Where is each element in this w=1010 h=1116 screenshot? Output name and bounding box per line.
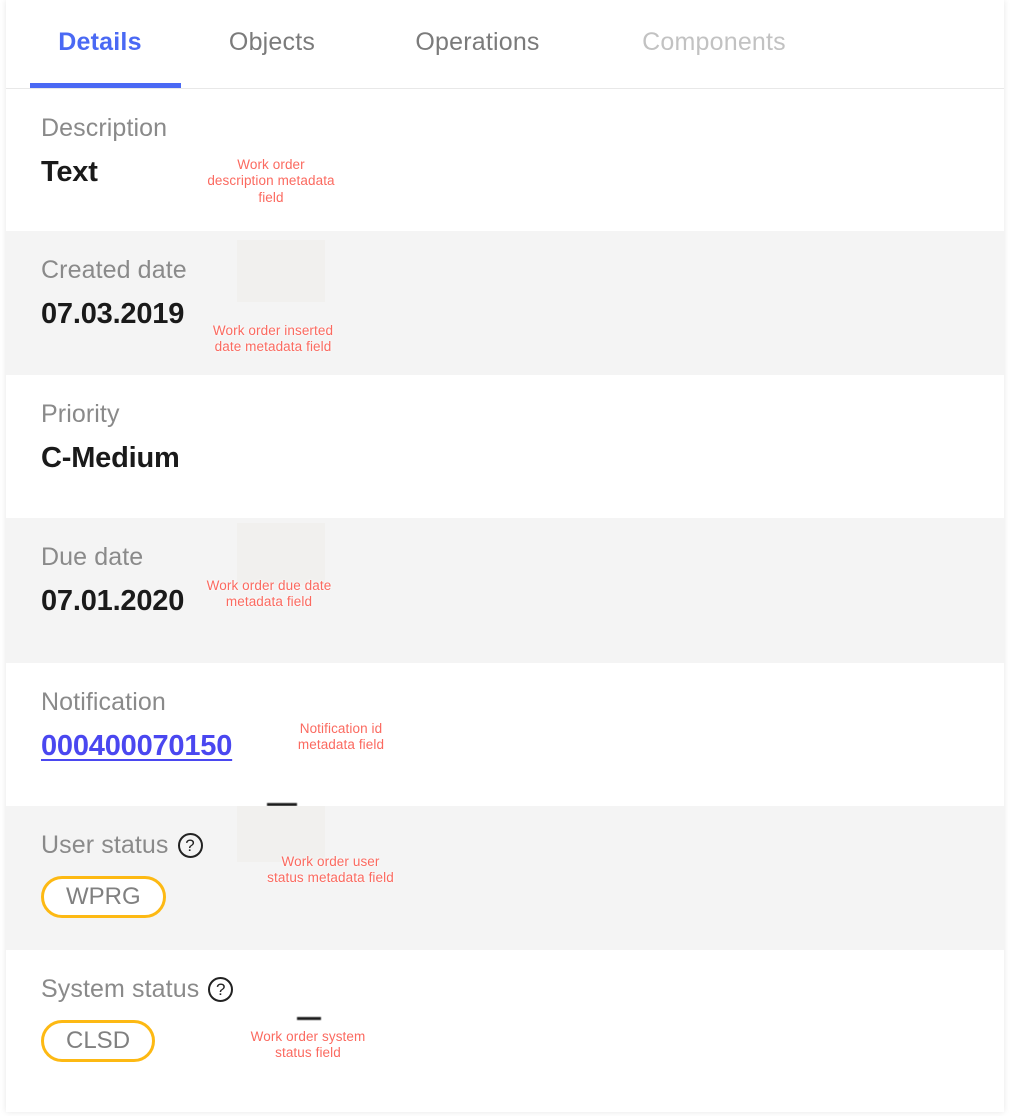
system-status-badge[interactable]: CLSD (41, 1020, 156, 1062)
user-status-badge[interactable]: WPRG (41, 876, 166, 918)
field-value-description: Text (41, 156, 98, 188)
image-artifact (297, 1017, 321, 1020)
notification-id-link[interactable]: 000400070150 (41, 730, 232, 763)
field-row-system-status: System status ? CLSD Work order system st… (6, 950, 1004, 1105)
field-label-user-status: User status ? (41, 830, 1004, 860)
tab-bar: Details Objects Operations Components (6, 0, 1004, 89)
field-row-description: Description Text Work order description m… (6, 89, 1004, 231)
field-row-created-date: Created date 07.03.2019 Work order inser… (6, 231, 1004, 375)
field-row-user-status: User status ? WPRG Work order user status… (6, 803, 1004, 950)
tab-objects[interactable]: Objects (182, 0, 362, 88)
field-label-due-date: Due date (41, 543, 144, 571)
tab-list: Details Objects Operations Components (6, 0, 1004, 88)
tab-operations[interactable]: Operations (370, 0, 585, 88)
help-icon[interactable]: ? (208, 976, 234, 1002)
field-value-created-date: 07.03.2019 (41, 298, 185, 330)
field-label-system-status: System status ? (41, 974, 1004, 1004)
tab-details[interactable]: Details (24, 0, 176, 88)
active-tab-indicator (30, 83, 181, 88)
details-list: Description Text Work order description m… (6, 89, 1004, 1105)
field-value-due-date: 07.01.2020 (41, 585, 185, 617)
annotation-system-status: Work order system status field (250, 1029, 366, 1061)
field-label-notification: Notification (41, 688, 166, 716)
field-label-system-status-text: System status (41, 975, 200, 1003)
work-order-details-card: Details Objects Operations Components De… (6, 0, 1004, 1112)
field-row-notification: Notification 000400070150 Notification i… (6, 663, 1004, 806)
field-value-priority: C-Medium (41, 442, 180, 474)
field-label-created-date: Created date (41, 256, 187, 284)
field-label-user-status-text: User status (41, 831, 169, 859)
field-label-priority: Priority (41, 400, 120, 428)
annotation-notification: Notification id metadata field (297, 721, 385, 753)
field-row-priority: Priority C-Medium (6, 375, 1004, 518)
tab-components[interactable]: Components (599, 0, 829, 88)
field-label-description: Description (41, 114, 168, 142)
help-icon[interactable]: ? (177, 832, 203, 858)
field-row-due-date: Due date 07.01.2020 Work order due date m… (6, 518, 1004, 663)
